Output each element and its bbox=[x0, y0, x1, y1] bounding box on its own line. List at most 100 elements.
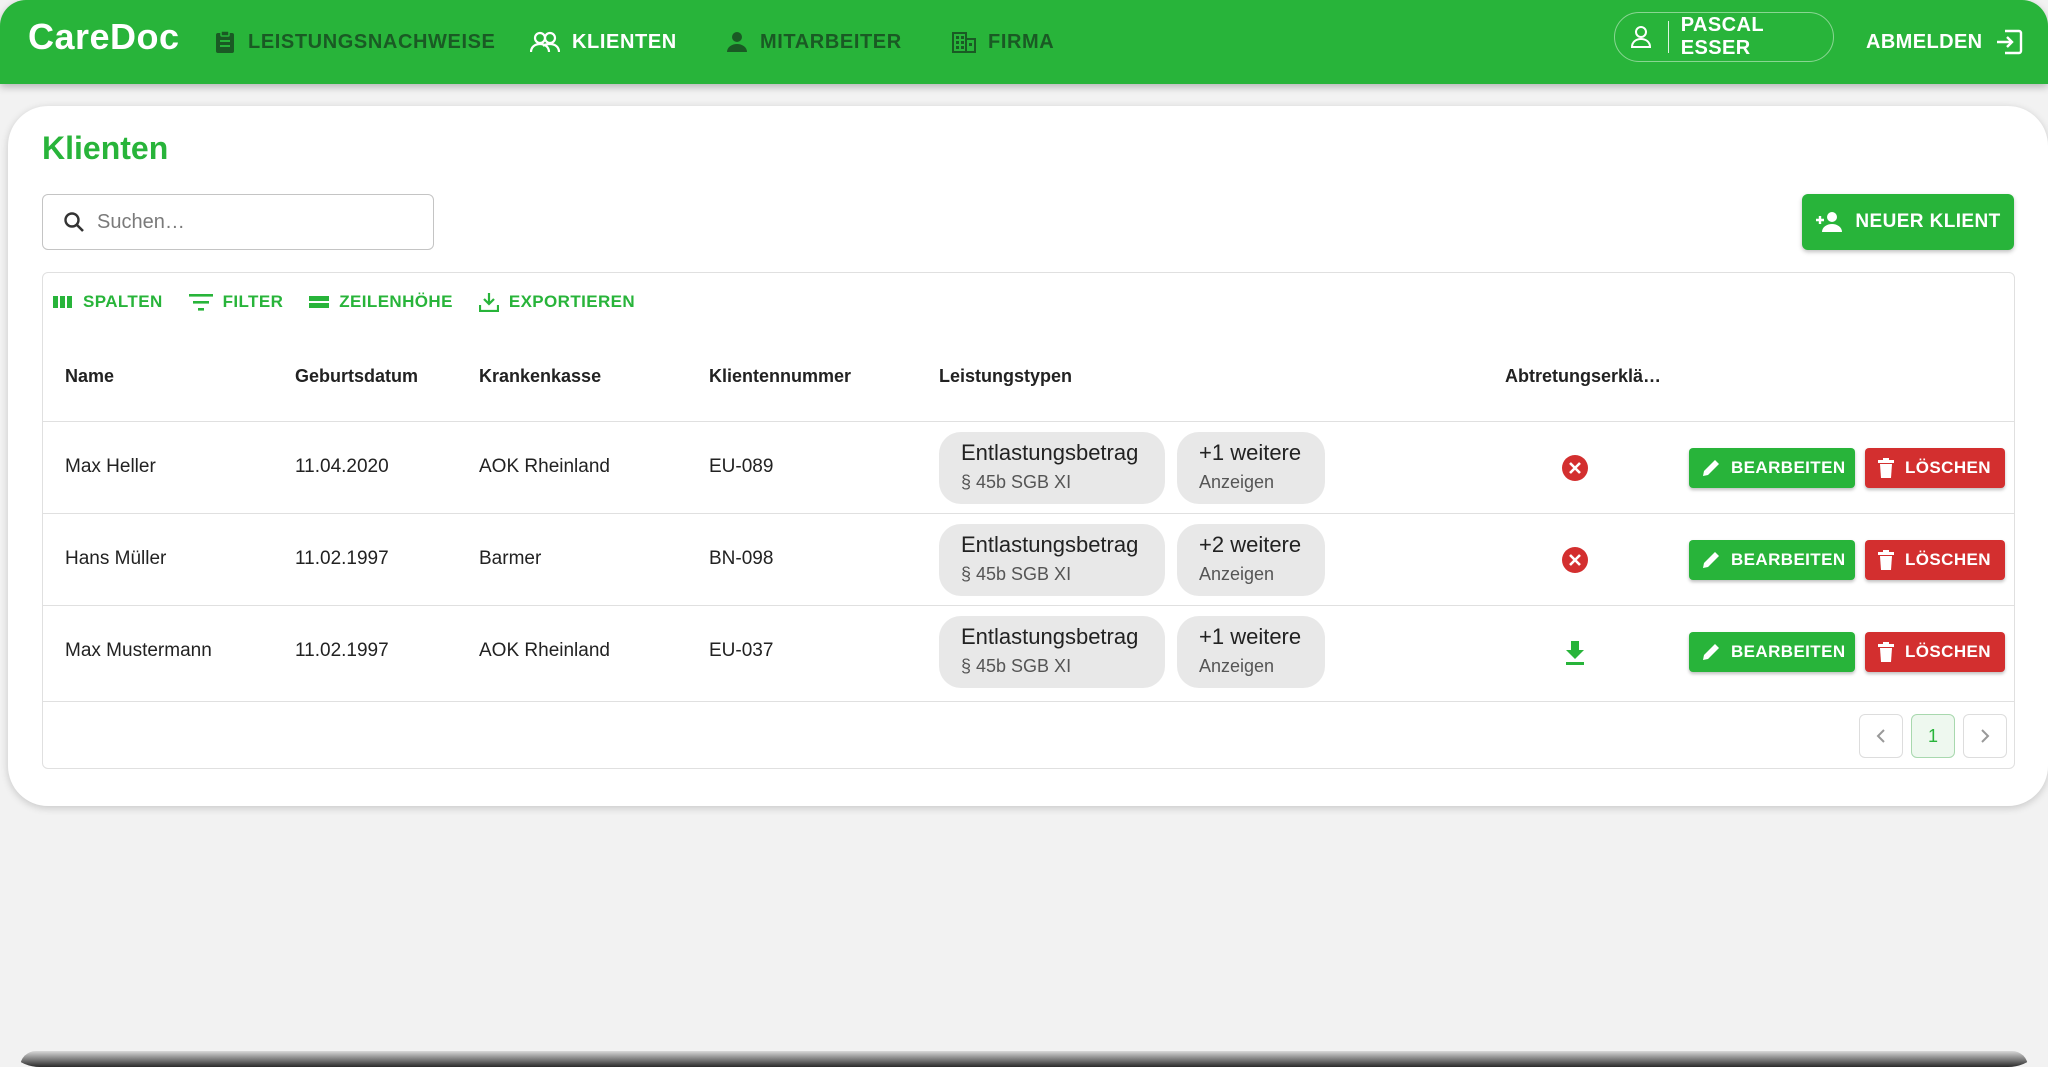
user-name: PASCAL ESSER bbox=[1680, 14, 1764, 59]
more-count: +1 weitere bbox=[1199, 624, 1302, 649]
pagination-footer: 1 bbox=[43, 701, 2014, 769]
nav-label: FIRMA bbox=[988, 30, 1055, 53]
nav-label: LEISTUNGSNACHWEISE bbox=[248, 30, 496, 53]
nav-label: KLIENTEN bbox=[572, 30, 677, 53]
service-chip[interactable]: Entlastungsbetrag § 45b SGB XI bbox=[939, 432, 1165, 504]
edit-label: BEARBEITEN bbox=[1731, 642, 1846, 661]
more-count: +1 weitere bbox=[1199, 440, 1302, 465]
more-services-chip[interactable]: +1 weitere Anzeigen bbox=[1177, 432, 1325, 504]
trash-icon bbox=[1878, 458, 1894, 478]
delete-button[interactable]: LÖSCHEN bbox=[1865, 448, 2005, 488]
column-header-birthdate[interactable]: Geburtsdatum bbox=[295, 366, 418, 387]
edit-label: BEARBEITEN bbox=[1731, 458, 1846, 477]
search-input[interactable] bbox=[97, 210, 417, 234]
more-show: Anzeigen bbox=[1199, 472, 1275, 492]
service-name: Entlastungsbetrag bbox=[961, 440, 1139, 465]
delete-button[interactable]: LÖSCHEN bbox=[1865, 632, 2005, 672]
cell-name: Max Mustermann bbox=[65, 640, 212, 661]
column-header-name[interactable]: Name bbox=[65, 366, 114, 387]
logout-button[interactable]: ABMELDEN bbox=[1866, 24, 2023, 60]
cell-birthdate: 11.04.2020 bbox=[295, 456, 389, 477]
grid-toolbar: SPALTEN FILTER ZEILENHÖHE EXPORTIEREN bbox=[53, 287, 661, 317]
column-header-insurance[interactable]: Krankenkasse bbox=[479, 366, 601, 387]
nav-item-leistungsnachweise[interactable]: LEISTUNGSNACHWEISE bbox=[214, 24, 495, 60]
column-header-service-types[interactable]: Leistungstypen bbox=[939, 366, 1072, 387]
density-button[interactable]: ZEILENHÖHE bbox=[309, 292, 453, 312]
edit-label: BEARBEITEN bbox=[1731, 550, 1846, 569]
clients-table: SPALTEN FILTER ZEILENHÖHE EXPORTIEREN Na… bbox=[42, 272, 2015, 769]
cell-insurance: AOK Rheinland bbox=[479, 640, 610, 661]
new-client-button[interactable]: NEUER KLIENT bbox=[1802, 194, 2014, 250]
nav-label: MITARBEITER bbox=[760, 30, 902, 53]
delete-label: LÖSCHEN bbox=[1905, 550, 1991, 569]
delete-button[interactable]: LÖSCHEN bbox=[1865, 540, 2005, 580]
column-header-client-number[interactable]: Klientennummer bbox=[709, 366, 851, 387]
cell-birthdate: 11.02.1997 bbox=[295, 548, 389, 569]
nav-item-mitarbeiter[interactable]: MITARBEITER bbox=[726, 24, 902, 60]
logout-label: ABMELDEN bbox=[1866, 30, 1983, 53]
cell-name: Hans Müller bbox=[65, 548, 167, 569]
more-count: +2 weitere bbox=[1199, 532, 1302, 557]
user-menu-button[interactable]: PASCAL ESSER bbox=[1614, 12, 1834, 62]
nav-item-klienten[interactable]: KLIENTEN bbox=[530, 24, 677, 60]
prev-page-button[interactable] bbox=[1859, 714, 1903, 758]
trash-icon bbox=[1878, 642, 1894, 662]
trash-icon bbox=[1878, 550, 1894, 570]
service-chip[interactable]: Entlastungsbetrag § 45b SGB XI bbox=[939, 616, 1165, 688]
page-title: Klienten bbox=[42, 130, 169, 166]
pencil-icon bbox=[1703, 644, 1719, 660]
logout-icon bbox=[1996, 29, 2022, 55]
export-button[interactable]: EXPORTIEREN bbox=[478, 292, 635, 312]
service-chip[interactable]: Entlastungsbetrag § 45b SGB XI bbox=[939, 524, 1165, 596]
app-frame: CareDoc LEISTUNGSNACHWEISE KLIENTEN MITA… bbox=[0, 0, 2048, 1067]
search-icon bbox=[64, 212, 84, 232]
next-page-button[interactable] bbox=[1963, 714, 2007, 758]
service-name: Entlastungsbetrag bbox=[961, 624, 1139, 649]
edit-button[interactable]: BEARBEITEN bbox=[1689, 632, 1855, 672]
table-row[interactable]: Max Mustermann 11.02.1997 AOK Rheinland … bbox=[43, 605, 2014, 697]
service-law: § 45b SGB XI bbox=[961, 656, 1072, 676]
edit-button[interactable]: BEARBEITEN bbox=[1689, 540, 1855, 580]
filter-label: FILTER bbox=[222, 292, 284, 311]
person-add-icon bbox=[1816, 212, 1843, 232]
cell-client-number: BN-098 bbox=[709, 548, 774, 569]
service-name: Entlastungsbetrag bbox=[961, 532, 1139, 557]
more-show: Anzeigen bbox=[1199, 564, 1275, 584]
table-row[interactable]: Hans Müller 11.02.1997 Barmer BN-098 Ent… bbox=[43, 513, 2014, 605]
pencil-icon bbox=[1703, 460, 1719, 476]
columns-button[interactable]: SPALTEN bbox=[53, 292, 163, 312]
density-label: ZEILENHÖHE bbox=[339, 292, 453, 311]
filter-icon bbox=[188, 294, 213, 311]
cell-client-number: EU-089 bbox=[709, 456, 774, 477]
clipboard-icon bbox=[216, 30, 234, 53]
filter-button[interactable]: FILTER bbox=[188, 292, 284, 312]
more-services-chip[interactable]: +2 weitere Anzeigen bbox=[1177, 524, 1325, 596]
main-card: Klienten NEUER KLIENT SPA bbox=[8, 106, 2048, 806]
export-icon bbox=[478, 293, 499, 312]
pencil-icon bbox=[1703, 552, 1719, 568]
service-law: § 45b SGB XI bbox=[961, 472, 1072, 492]
density-icon bbox=[309, 296, 330, 308]
cell-birthdate: 11.02.1997 bbox=[295, 640, 389, 661]
missing-status-icon bbox=[1562, 547, 1588, 573]
people-icon bbox=[530, 31, 560, 53]
table-row[interactable]: Max Heller 11.04.2020 AOK Rheinland EU-0… bbox=[43, 421, 2014, 513]
search-field[interactable] bbox=[42, 194, 434, 250]
brand-logo[interactable]: CareDoc bbox=[28, 16, 180, 58]
cell-name: Max Heller bbox=[65, 456, 156, 477]
delete-label: LÖSCHEN bbox=[1905, 458, 1991, 477]
more-services-chip[interactable]: +1 weitere Anzeigen bbox=[1177, 616, 1325, 688]
person-icon bbox=[727, 32, 747, 52]
chevron-left-icon bbox=[1876, 729, 1885, 743]
more-show: Anzeigen bbox=[1199, 656, 1275, 676]
cell-insurance: AOK Rheinland bbox=[479, 456, 610, 477]
edit-button[interactable]: BEARBEITEN bbox=[1689, 448, 1855, 488]
column-header-assignment[interactable]: Abtretungserklä… bbox=[1505, 366, 1661, 387]
user-outline-icon bbox=[1615, 21, 1669, 53]
delete-label: LÖSCHEN bbox=[1905, 642, 1991, 661]
page-button-current[interactable]: 1 bbox=[1911, 714, 1955, 758]
nav-item-firma[interactable]: FIRMA bbox=[952, 24, 1054, 60]
download-icon[interactable] bbox=[1561, 638, 1589, 666]
columns-icon bbox=[53, 296, 72, 308]
cell-client-number: EU-037 bbox=[709, 640, 774, 661]
